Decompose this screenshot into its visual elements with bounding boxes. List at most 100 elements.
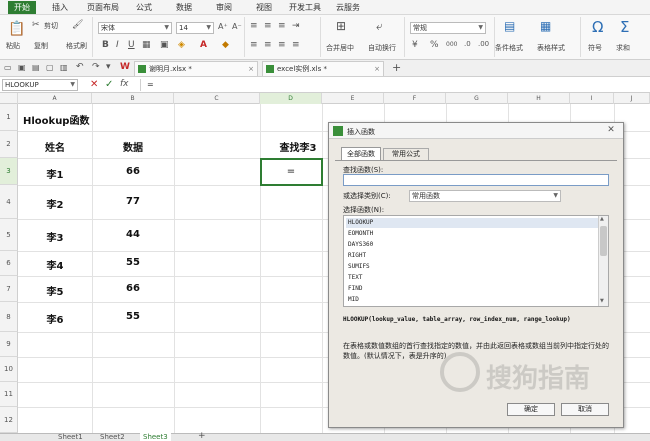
select-all-corner[interactable] [0, 93, 18, 104]
ok-button[interactable]: 确定 [507, 403, 555, 416]
cell-d3[interactable]: = [260, 166, 322, 177]
wrap-text-button[interactable]: 自动换行 [368, 43, 396, 53]
currency-icon[interactable]: ¥ [412, 40, 418, 50]
row-header-6[interactable]: 6 [0, 251, 18, 276]
sum-button[interactable]: 求和 [616, 43, 630, 53]
merge-cell-icon[interactable]: ▣ [160, 40, 169, 50]
bold-button[interactable]: B [102, 40, 109, 50]
new-tab-icon[interactable]: + [392, 61, 401, 74]
decrease-decimal-icon[interactable]: .00 [478, 40, 489, 48]
underline-button[interactable]: U [128, 40, 135, 50]
tab-home[interactable]: 开始 [8, 1, 36, 14]
tab-view[interactable]: 视图 [256, 2, 272, 13]
row-header-9[interactable]: 9 [0, 332, 18, 357]
indent-icon[interactable]: ⇥ [292, 21, 300, 31]
column-header-b[interactable]: B [92, 93, 174, 104]
align-top-icon[interactable]: ≡ [250, 21, 258, 31]
tab-common-formulas[interactable]: 常用公式 [383, 148, 429, 160]
sheet-tab-3[interactable]: Sheet3 [140, 433, 171, 441]
folder-icon[interactable]: ▭ [4, 63, 12, 72]
save-icon[interactable]: ▣ [18, 63, 26, 72]
tab-insert[interactable]: 插入 [52, 2, 68, 13]
function-list[interactable]: HLOOKUP EOMONTH DAYS360 RIGHT SUMIFS TEX… [343, 215, 609, 307]
font-color-icon[interactable]: A [200, 40, 207, 50]
decrease-font-icon[interactable]: A⁻ [232, 22, 242, 31]
conditional-format-button[interactable]: 条件格式 [495, 43, 523, 53]
column-header-d[interactable]: D [260, 93, 322, 104]
cell-b3[interactable]: 66 [92, 166, 174, 177]
align-middle-icon[interactable]: ≡ [264, 21, 272, 31]
column-header-c[interactable]: C [174, 93, 260, 104]
format-painter-icon[interactable]: 🖌 [72, 20, 83, 30]
increase-decimal-icon[interactable]: .0 [464, 40, 471, 48]
list-item-hlookup[interactable]: HLOOKUP [346, 218, 598, 228]
italic-button[interactable]: I [116, 40, 119, 50]
tab-review[interactable]: 审阅 [216, 2, 232, 13]
fill-color-icon[interactable]: ◈ [178, 40, 185, 50]
cancel-button[interactable]: 取消 [561, 403, 609, 416]
tab-data[interactable]: 数据 [176, 2, 192, 13]
doc-tab-2[interactable]: excel实例.xls * × [262, 61, 384, 76]
close-icon[interactable]: × [374, 62, 380, 76]
cell-a2[interactable]: 姓名 [18, 139, 92, 154]
doc-tab-1[interactable]: 谢明月.xlsx * × [134, 61, 258, 76]
column-header-g[interactable]: G [446, 93, 508, 104]
column-header-h[interactable]: H [508, 93, 570, 104]
column-header-i[interactable]: I [570, 93, 614, 104]
table-style-button[interactable]: 表格样式 [537, 43, 565, 53]
cut-button[interactable]: 剪切 [44, 21, 58, 31]
percent-button[interactable]: % [430, 40, 439, 50]
cell-a7[interactable]: 李5 [18, 283, 92, 298]
column-header-j[interactable]: J [614, 93, 650, 104]
cell-a6[interactable]: 李4 [18, 257, 92, 272]
merge-center-icon[interactable]: ⊞ [336, 19, 346, 33]
column-header-f[interactable]: F [384, 93, 446, 104]
row-header-12[interactable]: 12 [0, 407, 18, 433]
preview-icon[interactable]: ▢ [46, 63, 54, 72]
cell-b4[interactable]: 77 [92, 196, 174, 207]
row-header-2[interactable]: 2 [0, 131, 18, 158]
row-header-11[interactable]: 11 [0, 382, 18, 407]
name-box[interactable]: HLOOKUP ▼ [2, 79, 78, 91]
wrap-text-icon[interactable]: ⤶ [376, 19, 383, 34]
row-header-4[interactable]: 4 [0, 185, 18, 219]
cell-a4[interactable]: 李2 [18, 196, 92, 211]
increase-font-icon[interactable]: A⁺ [218, 22, 228, 31]
close-icon[interactable]: × [248, 62, 254, 76]
cell-b8[interactable]: 55 [92, 311, 174, 322]
formula-input[interactable]: = [140, 79, 646, 91]
column-header-a[interactable]: A [18, 93, 92, 104]
paste-icon[interactable]: 📋 [8, 21, 25, 37]
scrollbar-thumb[interactable] [600, 226, 607, 256]
add-sheet-icon[interactable]: + [198, 431, 206, 441]
cell-b5[interactable]: 44 [92, 229, 174, 240]
tab-all-functions[interactable]: 全部函数 [341, 147, 381, 160]
redo-icon[interactable]: ↷ [92, 62, 100, 72]
list-item-right[interactable]: RIGHT [346, 251, 598, 261]
paste-button[interactable]: 粘贴 [6, 41, 20, 51]
export-icon[interactable]: ▥ [60, 63, 68, 72]
dropdown-icon[interactable]: ▾ [106, 62, 111, 72]
row-header-5[interactable]: 5 [0, 219, 18, 251]
confirm-icon[interactable]: ✓ [105, 79, 113, 90]
list-scrollbar[interactable]: ▲ ▼ [598, 216, 608, 306]
tab-page-layout[interactable]: 页面布局 [87, 2, 119, 13]
dialog-titlebar[interactable]: 插入函数 ✕ [329, 123, 623, 139]
cell-a3[interactable]: 李1 [18, 166, 92, 181]
list-item-days360[interactable]: DAYS360 [346, 240, 598, 250]
cancel-icon[interactable]: ✕ [90, 79, 98, 90]
column-header-e[interactable]: E [322, 93, 384, 104]
insert-function-icon[interactable]: fx [120, 79, 129, 89]
cell-b6[interactable]: 55 [92, 257, 174, 268]
list-item-text[interactable]: TEXT [346, 273, 598, 283]
align-left-icon[interactable]: ≡ [250, 40, 258, 50]
search-function-input[interactable] [343, 174, 609, 186]
align-bottom-icon[interactable]: ≡ [278, 21, 286, 31]
cell-d2[interactable]: 查找李3 [260, 139, 336, 154]
merge-center-button[interactable]: 合并居中 [326, 43, 354, 53]
list-item-mid[interactable]: MID [346, 295, 598, 305]
border-icon[interactable]: ▦ [142, 40, 151, 50]
cell-a1[interactable]: Hlookup函数 [18, 112, 108, 127]
number-format-select[interactable]: 常规 ▼ [410, 22, 486, 34]
clear-format-icon[interactable]: ◆ [222, 40, 229, 50]
